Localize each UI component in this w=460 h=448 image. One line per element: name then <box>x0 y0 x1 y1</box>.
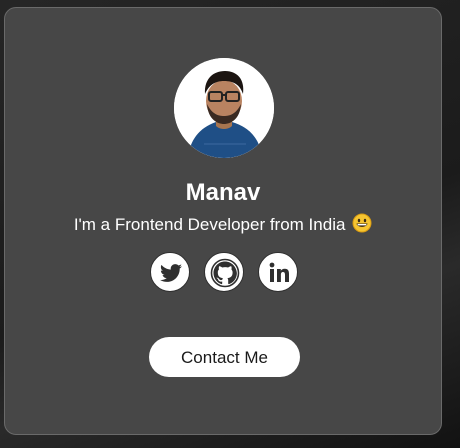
tagline-text: I'm a Frontend Developer from India <box>73 215 346 234</box>
avatar <box>174 58 274 158</box>
github-icon <box>210 258 240 288</box>
social-links <box>150 252 300 294</box>
github-link[interactable] <box>204 252 244 292</box>
linkedin-icon <box>269 262 289 282</box>
contact-me-button[interactable]: Contact Me <box>149 337 300 377</box>
profile-name: Manav <box>185 179 261 206</box>
profile-photo <box>174 58 274 158</box>
twitter-icon <box>160 264 182 282</box>
profile-card: Manav I'm a Frontend Developer from Indi… <box>4 7 442 435</box>
profile-tagline: I'm a Frontend Developer from India <box>5 213 441 237</box>
twitter-link[interactable] <box>150 252 190 292</box>
linkedin-link[interactable] <box>258 252 298 292</box>
grinning-face-emoji <box>352 213 372 233</box>
